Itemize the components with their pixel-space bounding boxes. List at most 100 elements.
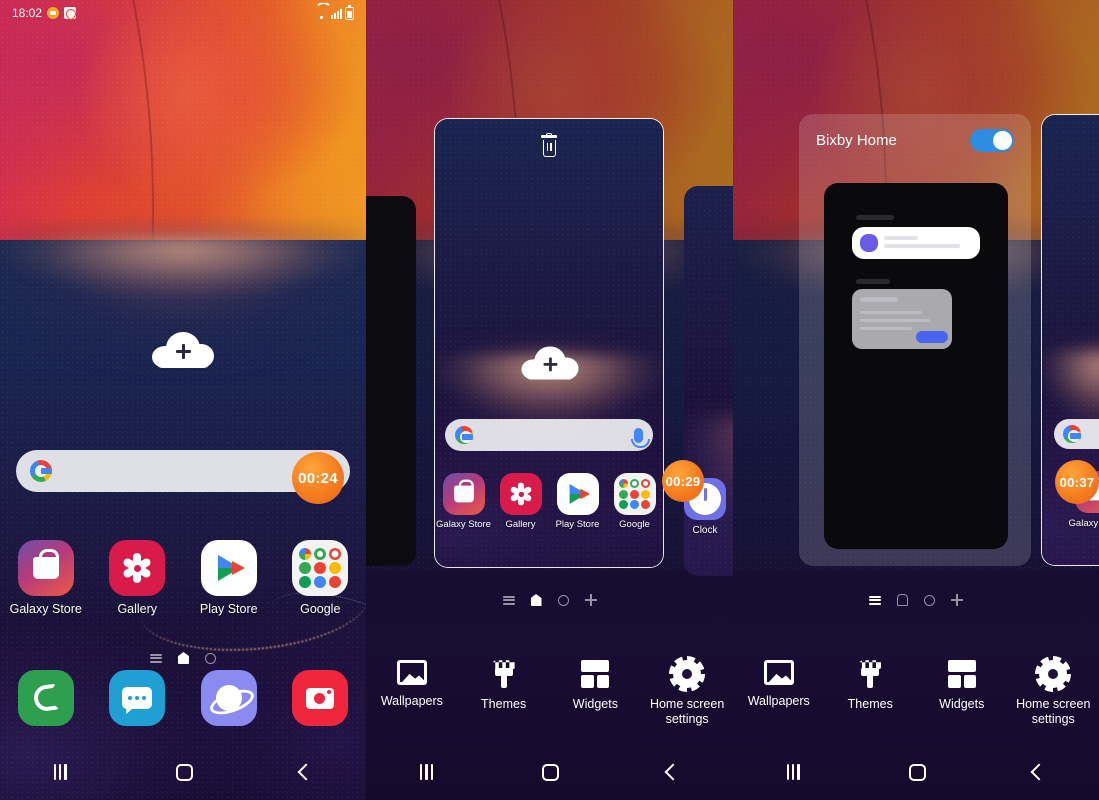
timer-badge[interactable]: 00:37 (1055, 460, 1099, 504)
page-title: Bixby Home (816, 132, 897, 149)
cloud-add-icon[interactable] (152, 330, 214, 370)
page-indicator-bixby[interactable] (150, 653, 162, 663)
page-indicator-dot[interactable] (924, 594, 935, 606)
edit-toolbar: Wallpapers Themes Widgets Home screen se… (733, 656, 1099, 726)
app-label: Play Store (199, 602, 258, 616)
status-time: 18:02 (12, 6, 43, 20)
page-indicator-bixby[interactable] (502, 595, 515, 605)
page-indicator-home[interactable] (897, 594, 908, 606)
internet-icon (200, 670, 257, 726)
page-indicator-home[interactable] (530, 594, 542, 606)
panel-home-screen: 18:02 00:24 Galaxy Store Gallery Play St… (0, 0, 366, 800)
theme-brush-icon (491, 660, 517, 689)
toolbar-label: Widgets (572, 697, 618, 712)
page-preview-bixby[interactable] (366, 196, 416, 566)
screenshot-root: 18:02 00:24 Galaxy Store Gallery Play St… (0, 0, 1099, 800)
home-icon[interactable] (908, 763, 926, 781)
google-logo-icon (30, 460, 52, 482)
messages-icon (109, 670, 166, 726)
galaxy-store-icon (442, 473, 485, 515)
app-label: Play Store (555, 519, 600, 530)
search-input (1054, 419, 1099, 449)
location-icon (64, 7, 77, 19)
app-label: Clock (692, 525, 718, 536)
phone-icon (17, 670, 74, 726)
dock-app-camera[interactable] (275, 670, 367, 726)
app-galaxy-store[interactable]: Galaxy Store (0, 540, 92, 616)
toolbar-home-screen-settings[interactable]: Home screen settings (1008, 656, 1099, 726)
wifi-icon (315, 8, 328, 19)
toolbar-label: Widgets (939, 697, 985, 712)
dock-app-internet[interactable] (183, 670, 275, 726)
app-label: Gallery (505, 519, 536, 530)
timer-badge[interactable]: 00:24 (292, 452, 344, 504)
google-logo-icon (1063, 425, 1081, 443)
app-galaxy-store: Galaxy Store (435, 473, 492, 530)
app-google-folder[interactable]: Google (275, 540, 367, 616)
toolbar-widgets[interactable]: Widgets (916, 660, 1008, 726)
toolbar-label: Home screen settings (1016, 697, 1091, 726)
app-gallery[interactable]: Gallery (92, 540, 184, 616)
chat-icon (47, 7, 60, 19)
app-label: Galaxy Store (9, 602, 82, 616)
status-bar: 18:02 (0, 0, 366, 26)
back-icon[interactable] (1030, 763, 1048, 781)
home-icon[interactable] (175, 763, 193, 781)
bixby-header: Bixby Home (816, 129, 1014, 152)
google-folder-icon (292, 540, 349, 596)
cloud-add-icon (521, 345, 579, 382)
widgets-icon (581, 660, 610, 689)
google-logo-icon (455, 426, 473, 444)
toolbar-label: Home screen settings (649, 697, 725, 726)
galaxy-store-icon (17, 540, 74, 596)
app-label: Galaxy Store (436, 519, 491, 530)
toolbar-label: Themes (847, 697, 893, 712)
page-indicators (733, 594, 1099, 606)
battery-icon (345, 4, 354, 20)
recents-icon[interactable] (419, 764, 435, 780)
app-gallery: Gallery (492, 473, 549, 530)
dock-app-messages[interactable] (92, 670, 184, 726)
gear-icon (1035, 656, 1072, 693)
toolbar-wallpapers[interactable]: Wallpapers (733, 660, 825, 726)
toolbar-home-screen-settings[interactable]: Home screen settings (641, 656, 733, 726)
timer-badge[interactable]: 00:29 (662, 460, 704, 502)
page-indicator-add[interactable] (951, 594, 963, 606)
panel-bixby-edit-mode: Bixby Home Galaxy 00:37 Wallpapers Theme… (733, 0, 1099, 800)
page-indicators (366, 594, 733, 606)
toolbar-widgets[interactable]: Widgets (550, 660, 642, 726)
recents-icon[interactable] (786, 764, 802, 780)
page-indicator-home[interactable] (178, 652, 189, 664)
signal-icon (331, 8, 342, 19)
app-label: Gallery (117, 602, 158, 616)
app-play-store[interactable]: Play Store (183, 540, 275, 616)
page-indicator-dot[interactable] (205, 652, 216, 664)
toolbar-wallpapers[interactable]: Wallpapers (366, 660, 458, 726)
home-icon[interactable] (542, 763, 560, 781)
toolbar-themes[interactable]: Themes (825, 660, 917, 726)
back-icon[interactable] (664, 763, 682, 781)
page-indicator-add[interactable] (584, 594, 597, 606)
wallpaper-icon (396, 660, 427, 686)
bixby-home-toggle[interactable] (970, 129, 1014, 152)
page-indicator-bixby[interactable] (869, 595, 881, 605)
navigation-bar (733, 744, 1099, 800)
search-input (445, 419, 653, 451)
app-google-folder: Google (606, 473, 663, 530)
gear-icon (669, 656, 706, 693)
app-label: Google (619, 519, 650, 530)
gallery-icon (499, 473, 542, 515)
toolbar-themes[interactable]: Themes (458, 660, 550, 726)
theme-brush-icon (857, 660, 883, 689)
app-row: Galaxy Store Gallery Play Store Google (0, 540, 366, 616)
back-icon[interactable] (297, 763, 315, 781)
recents-icon[interactable] (53, 764, 69, 780)
app-row: Galaxy Store Gallery Play Store Google (435, 473, 663, 530)
navigation-bar (0, 744, 366, 800)
dock-app-phone[interactable] (0, 670, 92, 726)
page-indicator-dot[interactable] (557, 594, 569, 606)
page-preview-bixby[interactable]: Bixby Home (799, 114, 1031, 566)
trash-icon[interactable] (540, 132, 558, 157)
page-preview-current[interactable]: Galaxy Store Gallery Play Store Google (434, 118, 664, 568)
toolbar-label: Themes (481, 697, 527, 712)
